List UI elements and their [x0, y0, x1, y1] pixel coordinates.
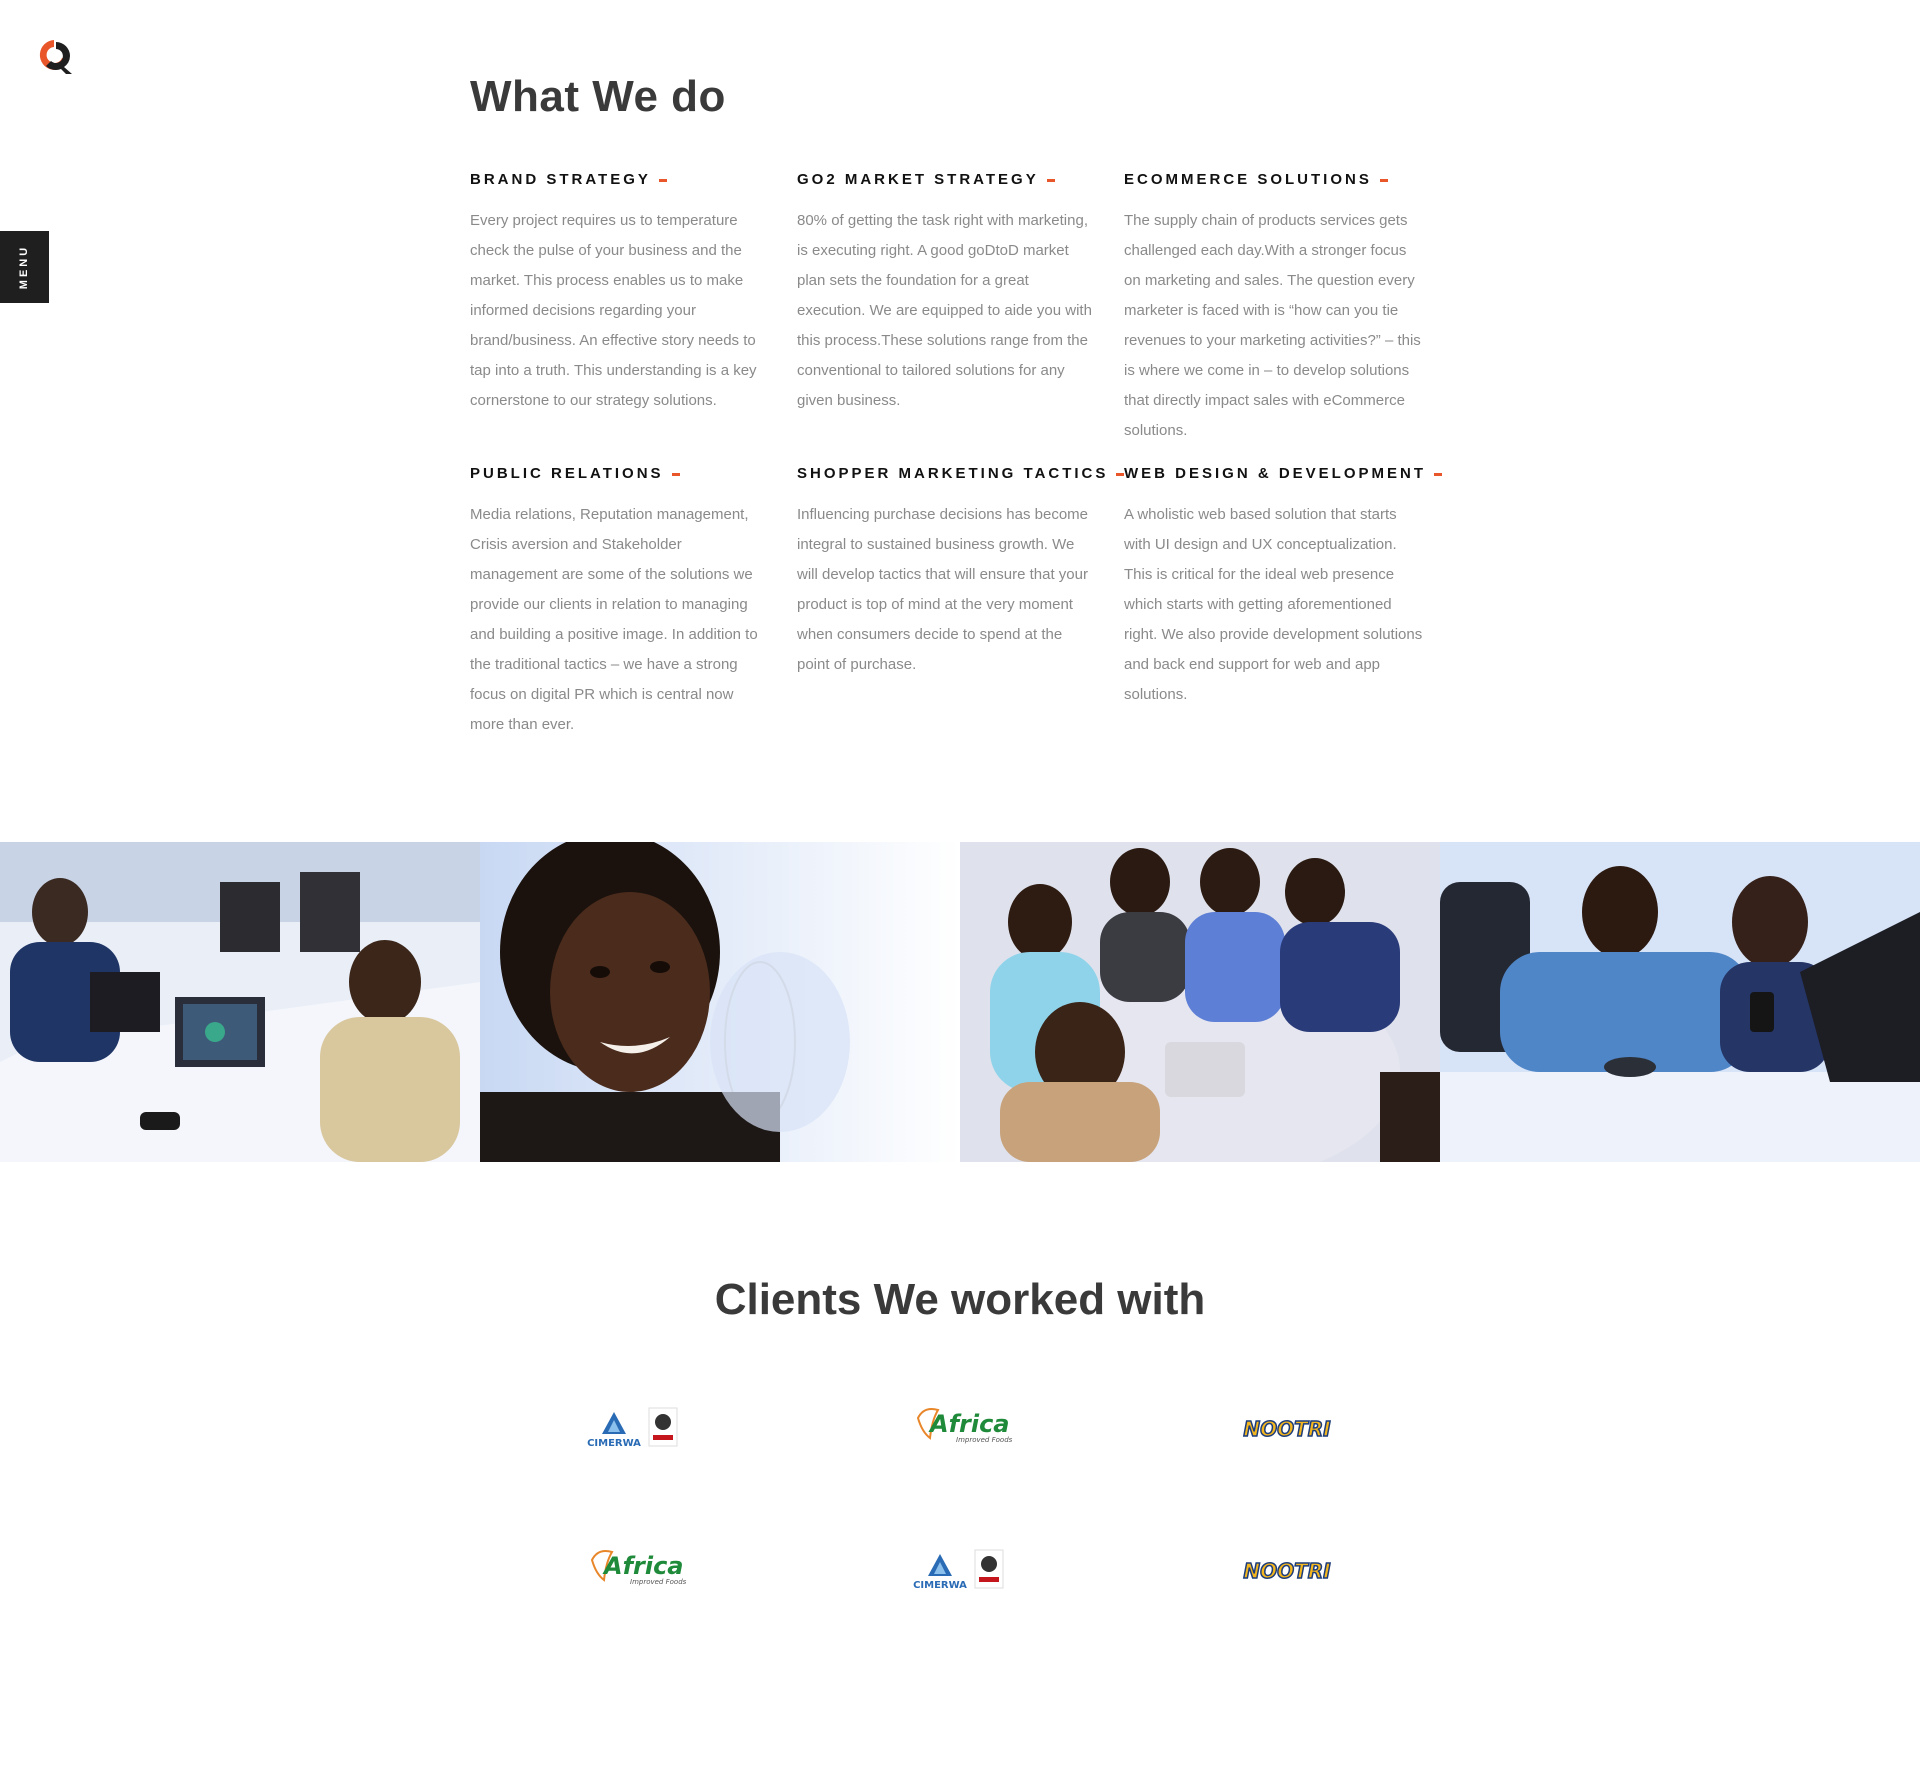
client-logo-nootri: NOOTRI: [1227, 1540, 1347, 1600]
service-title: SHOPPER MARKETING TACTICS: [797, 465, 1109, 482]
service-description: Every project requires us to temperature…: [470, 212, 757, 409]
client-logo-cimerwa: CIMERWA: [910, 1540, 1030, 1600]
service-brand-strategy: BRAND STRATEGY Every project requires us…: [470, 170, 770, 446]
svg-text:Africa: Africa: [928, 1410, 1010, 1438]
svg-text:Africa: Africa: [602, 1552, 684, 1580]
team-photo-3: [960, 842, 1440, 1162]
team-photo-strip: [0, 842, 1920, 1162]
svg-text:CIMERWA: CIMERWA: [913, 1580, 967, 1591]
service-description: The supply chain of products services ge…: [1124, 212, 1421, 439]
team-photo-1: [0, 842, 480, 1162]
service-shopper-marketing-tactics: SHOPPER MARKETING TACTICS Influencing pu…: [797, 464, 1125, 740]
service-description: 80% of getting the task right with marke…: [797, 212, 1092, 409]
svg-text:NOOTRI: NOOTRI: [1243, 1559, 1331, 1583]
service-web-design-development: WEB DESIGN & DEVELOPMENT A wholistic web…: [1124, 464, 1443, 740]
client-logo-cimerwa: CIMERWA: [584, 1398, 704, 1458]
service-description: Influencing purchase decisions has becom…: [797, 506, 1089, 673]
client-logo-africa-improved-foods: Africa Improved Foods: [584, 1540, 704, 1600]
service-description: A wholistic web based solution that star…: [1124, 506, 1423, 703]
service-ecommerce-solutions: ECOMMERCE SOLUTIONS The supply chain of …: [1124, 170, 1424, 446]
accent-dash: [658, 178, 667, 182]
accent-dash: [671, 472, 680, 476]
accent-dash: [1046, 178, 1055, 182]
services-grid: BRAND STRATEGY Every project requires us…: [470, 170, 1445, 758]
logo-icon: [39, 40, 72, 74]
service-title: GO2 MARKET STRATEGY: [797, 171, 1039, 188]
services-title: What We do: [470, 72, 726, 121]
svg-text:NOOTRI: NOOTRI: [1243, 1417, 1331, 1441]
clients-title: Clients We worked with: [714, 1275, 1206, 1324]
team-photo-4: [1440, 842, 1920, 1162]
service-title: WEB DESIGN & DEVELOPMENT: [1124, 465, 1427, 482]
service-title: BRAND STRATEGY: [470, 171, 651, 188]
service-go2-market-strategy: GO2 MARKET STRATEGY 80% of getting the t…: [797, 170, 1097, 446]
accent-dash: [1434, 472, 1443, 476]
client-logo-nootri: NOOTRI: [1227, 1398, 1347, 1458]
menu-label: MENU: [18, 244, 31, 290]
team-photo-2: [480, 842, 960, 1162]
service-title: ECOMMERCE SOLUTIONS: [1124, 171, 1372, 188]
svg-text:Improved Foods: Improved Foods: [630, 1578, 687, 1586]
menu-toggle-button[interactable]: MENU: [0, 231, 49, 303]
svg-text:Improved Foods: Improved Foods: [956, 1436, 1013, 1444]
service-description: Media relations, Reputation management, …: [470, 506, 758, 733]
accent-dash: [1379, 178, 1388, 182]
company-logo[interactable]: [36, 36, 76, 76]
client-logo-africa-improved-foods: Africa Improved Foods: [910, 1398, 1030, 1458]
service-public-relations: PUBLIC RELATIONS Media relations, Reputa…: [470, 464, 770, 740]
service-title: PUBLIC RELATIONS: [470, 465, 664, 482]
svg-text:CIMERWA: CIMERWA: [587, 1438, 641, 1449]
